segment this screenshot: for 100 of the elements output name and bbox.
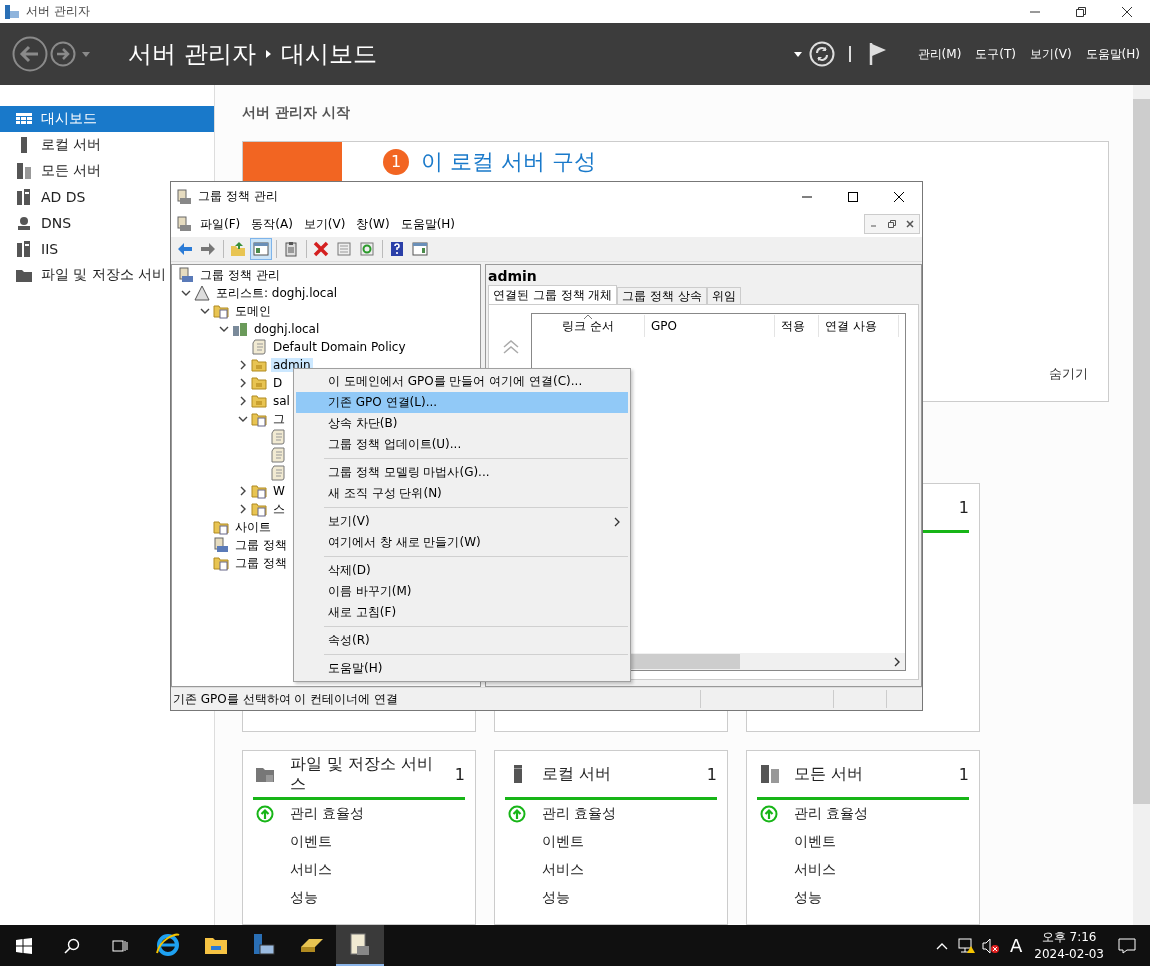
search-icon[interactable] — [64, 937, 80, 954]
expand-down-icon[interactable] — [200, 306, 210, 316]
tree-item[interactable]: 스 — [271, 500, 287, 518]
sidebar-item[interactable]: 모든 서버 — [0, 158, 214, 184]
expand-down-icon[interactable] — [219, 324, 229, 334]
tree-item[interactable]: 포리스트: doghj.local — [214, 284, 340, 302]
breadcrumb-item[interactable]: 서버 관리자 — [128, 38, 256, 70]
sidebar-item[interactable]: 대시보드 — [0, 106, 214, 132]
menu-item[interactable]: 그룹 정책 업데이트(U)... — [296, 434, 628, 455]
restore-icon[interactable] — [1076, 6, 1086, 17]
scrollbar[interactable] — [1133, 85, 1150, 925]
scroll-right-icon[interactable] — [894, 656, 900, 667]
tree-item[interactable]: sal — [271, 394, 292, 408]
tab[interactable]: 그룹 정책 상속 — [617, 287, 708, 304]
expand-right-icon[interactable] — [238, 360, 248, 370]
tile-row-label[interactable]: 관리 효율성 — [290, 805, 365, 823]
clock[interactable]: 오후 7:16 2024-02-03 — [1034, 928, 1104, 963]
column-header[interactable]: 적용 — [775, 315, 819, 337]
hide-link[interactable]: 숨기기 — [1049, 365, 1088, 383]
tree-item[interactable]: 그 — [271, 410, 287, 428]
menu-item[interactable]: 도움말(H) — [1085, 45, 1140, 63]
policy-console-button[interactable] — [336, 925, 384, 966]
menu-item[interactable]: 상속 차단(B) — [296, 413, 628, 434]
column-header[interactable]: GPO — [645, 315, 775, 337]
tile-row-label[interactable]: 관리 효율성 — [794, 805, 869, 823]
tile-title[interactable]: 파일 및 저장소 서비스 — [290, 754, 447, 794]
caret-icon[interactable] — [793, 51, 802, 57]
tree-item[interactable]: W — [271, 484, 287, 498]
menu-item[interactable]: 속성(R) — [296, 630, 628, 651]
tree-item[interactable]: 도메인 — [233, 302, 273, 320]
menu-item[interactable]: 삭제(D) — [296, 560, 628, 581]
menu-item[interactable]: 새로 고침(F) — [296, 602, 628, 623]
tile-title[interactable]: 로컬 서버 — [542, 764, 699, 784]
document-icon[interactable] — [270, 429, 286, 445]
tree-item[interactable]: 그룹 정책 관리 — [198, 266, 282, 284]
maximize-icon[interactable] — [848, 191, 858, 202]
menu-item[interactable]: 관리(M) — [917, 45, 962, 63]
tree-item[interactable]: 그룹 정책 — [233, 554, 289, 572]
menu-item[interactable]: 동작(A) — [251, 215, 293, 233]
menu-item[interactable]: 보기(V) — [296, 511, 628, 532]
chevron-up-icon[interactable] — [935, 941, 948, 950]
close-icon[interactable] — [1122, 6, 1132, 17]
menu-item[interactable]: 도움말(H) — [400, 215, 456, 233]
tile-title[interactable]: 모든 서버 — [794, 764, 951, 784]
tile-row-label[interactable]: 이벤트 — [794, 833, 836, 851]
menu-item[interactable]: 창(W) — [356, 215, 390, 233]
document-icon[interactable] — [270, 447, 286, 463]
expand-right-icon[interactable] — [238, 396, 248, 406]
tile-row-label[interactable]: 서비스 — [794, 861, 836, 879]
console-tree-button[interactable] — [250, 238, 272, 260]
start-icon[interactable] — [16, 937, 32, 954]
menu-item[interactable]: 도움말(H) — [296, 658, 628, 679]
console-icon[interactable] — [176, 216, 192, 232]
expand-right-icon[interactable] — [238, 504, 248, 514]
network-warning-icon[interactable] — [957, 937, 976, 954]
close-icon[interactable] — [894, 191, 904, 202]
expand-right-icon[interactable] — [238, 486, 248, 496]
tile-row-label[interactable]: 성능 — [794, 889, 822, 907]
task-view-icon[interactable] — [112, 937, 128, 954]
tile-row-label[interactable]: 성능 — [290, 889, 318, 907]
tree-item[interactable]: doghj.local — [252, 322, 322, 336]
tile-row-label[interactable]: 관리 효율성 — [542, 805, 617, 823]
menu-item[interactable]: 도구(T) — [975, 45, 1017, 63]
expand-down-icon[interactable] — [238, 414, 248, 424]
document-icon[interactable] — [270, 465, 286, 481]
menu-item[interactable]: 새 조직 구성 단위(N) — [296, 483, 628, 504]
tab[interactable]: 위임 — [707, 287, 742, 304]
column-header[interactable]: 링크 순서 — [532, 315, 645, 337]
tile-row-label[interactable]: 이벤트 — [542, 833, 584, 851]
tree-item[interactable]: 그룹 정책 — [233, 536, 289, 554]
tree-item[interactable]: D — [271, 376, 285, 390]
menu-item[interactable]: 파일(F) — [200, 215, 241, 233]
tile-row-label[interactable]: 서비스 — [542, 861, 584, 879]
column-header[interactable]: 연결 사용 — [819, 315, 899, 337]
expand-down-icon[interactable] — [181, 288, 191, 298]
volume-muted-icon[interactable] — [981, 937, 1000, 954]
refresh-icon[interactable] — [808, 41, 835, 67]
tile-row-label[interactable]: 서비스 — [290, 861, 332, 879]
close-icon[interactable] — [906, 220, 914, 228]
tree-item[interactable]: 사이트 — [233, 518, 273, 536]
notification-icon[interactable] — [1118, 937, 1136, 954]
expand-right-icon[interactable] — [238, 378, 248, 388]
flag-icon[interactable] — [868, 43, 887, 65]
menu-item[interactable]: 여기에서 창 새로 만들기(W) — [296, 532, 628, 553]
menu-item[interactable]: 그룹 정책 모델링 마법사(G)... — [296, 462, 628, 483]
menu-item[interactable]: 보기(V) — [303, 215, 346, 233]
tab[interactable]: 연결된 그룹 정책 개체 — [488, 285, 618, 304]
restore-icon[interactable] — [888, 220, 896, 228]
sidebar-item[interactable]: IIS — [0, 236, 214, 262]
menu-item[interactable]: 이름 바꾸기(M) — [296, 581, 628, 602]
welcome-heading[interactable]: 이 로컬 서버 구성 — [421, 150, 596, 173]
input-indicator[interactable]: A — [1009, 935, 1023, 956]
tile-row-label[interactable]: 성능 — [542, 889, 570, 907]
menu-item[interactable]: 보기(V) — [1030, 45, 1072, 63]
tree-item[interactable]: Default Domain Policy — [271, 340, 408, 354]
back-icon[interactable] — [12, 36, 48, 72]
tile-row-label[interactable]: 이벤트 — [290, 833, 332, 851]
sidebar-item[interactable]: 로컬 서버 — [0, 132, 214, 158]
menu-item[interactable]: 기존 GPO 연결(L)... — [296, 392, 628, 413]
forward-icon[interactable] — [50, 41, 76, 67]
